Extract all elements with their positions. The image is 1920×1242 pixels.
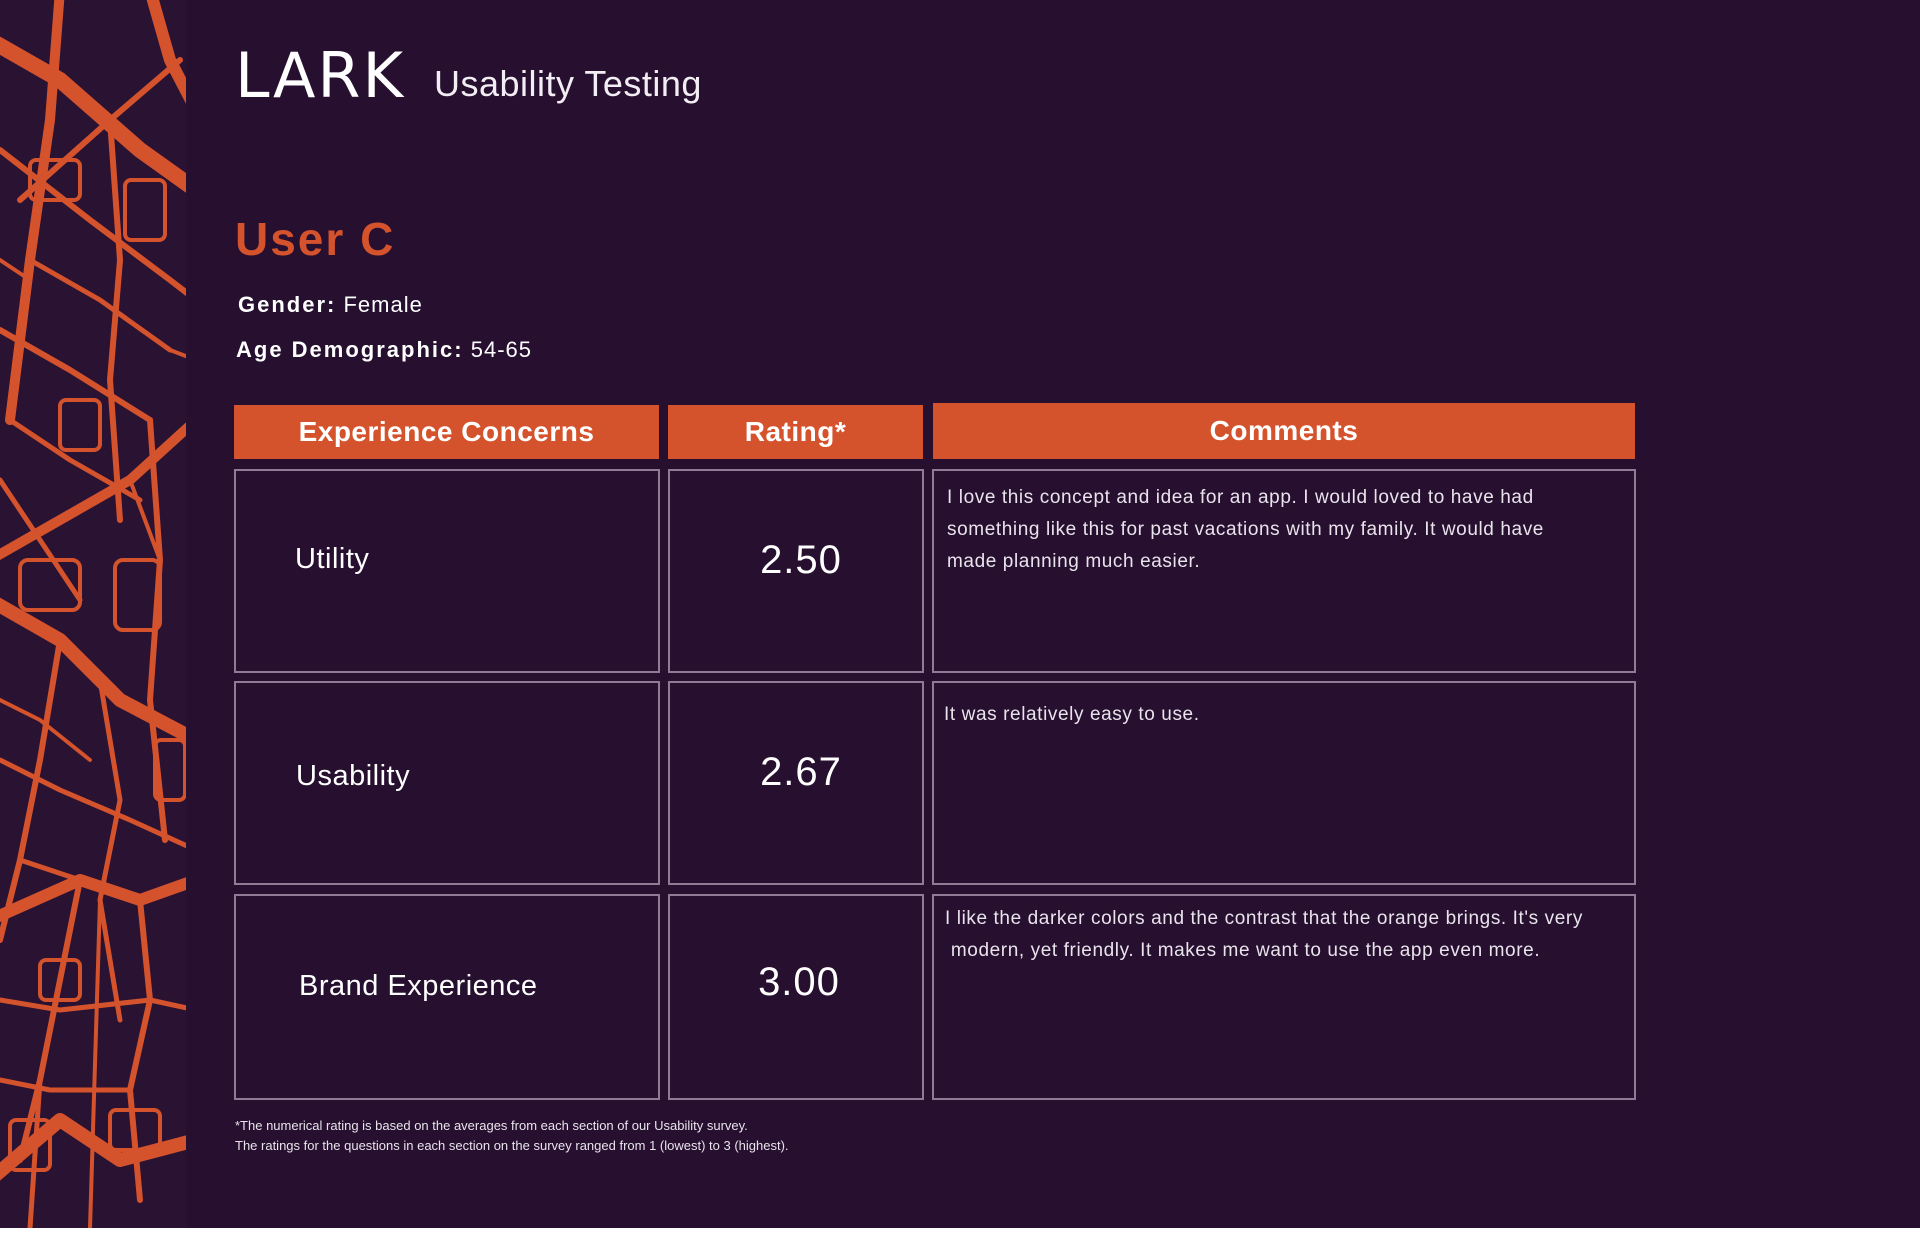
- footnote: *The numerical rating is based on the av…: [235, 1116, 789, 1156]
- comment-line: modern, yet friendly. It makes me want t…: [945, 940, 1541, 961]
- rating-brand-experience: 3.00: [758, 960, 840, 1004]
- comment-brand-experience: I like the darker colors and the contras…: [945, 903, 1635, 967]
- age-line: Age Demographic: 54-65: [236, 337, 532, 363]
- header-experience-concerns: Experience Concerns: [234, 405, 659, 459]
- header-rating: Rating*: [668, 405, 923, 459]
- user-title: User C: [235, 213, 396, 265]
- concern-brand-experience: Brand Experience: [299, 970, 538, 1002]
- age-label: Age Demographic:: [236, 337, 464, 362]
- comment-line: made planning much easier.: [947, 551, 1201, 572]
- concern-usability: Usability: [296, 760, 411, 792]
- rating-usability: 2.67: [760, 750, 842, 794]
- footnote-line-2: The ratings for the questions in each se…: [235, 1138, 789, 1153]
- bottom-edge: [0, 1228, 1920, 1242]
- comment-usability: It was relatively easy to use.: [944, 699, 1634, 731]
- gender-label: Gender:: [238, 292, 337, 317]
- map-pattern-sidebar: [0, 0, 186, 1228]
- footnote-line-1: *The numerical rating is based on the av…: [235, 1118, 748, 1133]
- concern-utility: Utility: [295, 543, 370, 575]
- rating-utility: 2.50: [760, 538, 842, 582]
- gender-line: Gender: Female: [238, 292, 423, 318]
- lark-logo: LARK: [235, 39, 406, 112]
- comment-utility: I love this concept and idea for an app.…: [947, 482, 1637, 578]
- street-map-graphic: [0, 0, 186, 1228]
- logo-text: LARK: [235, 39, 406, 112]
- age-value: 54-65: [470, 337, 532, 362]
- comment-line: It was relatively easy to use.: [944, 704, 1200, 725]
- page-subtitle: Usability Testing: [434, 63, 702, 104]
- gender-value: Female: [343, 292, 423, 317]
- comment-line: I love this concept and idea for an app.…: [947, 487, 1534, 508]
- comment-line: something like this for past vacations w…: [947, 519, 1544, 540]
- comment-line: I like the darker colors and the contras…: [945, 908, 1583, 929]
- header-comments: Comments: [933, 403, 1635, 459]
